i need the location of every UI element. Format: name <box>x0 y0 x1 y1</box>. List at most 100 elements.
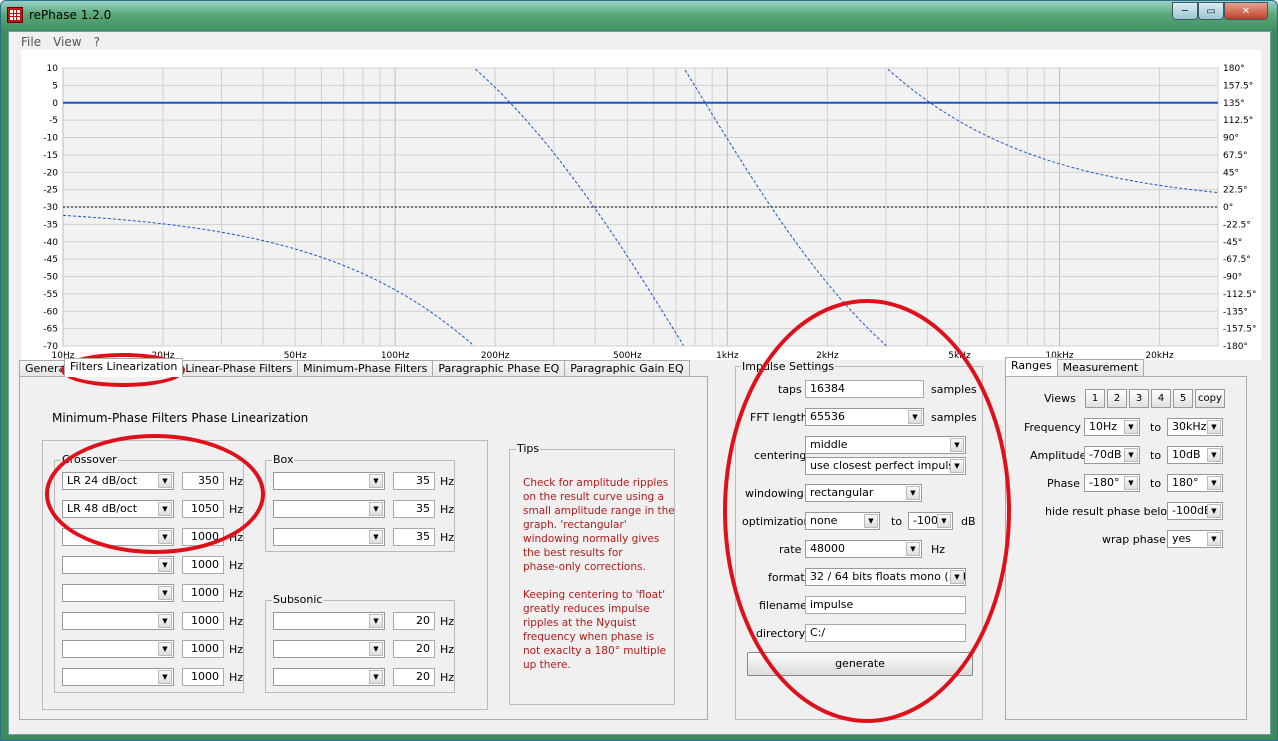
phase-from-select[interactable]: -180° ▼ <box>1084 474 1140 492</box>
subsonic-2-unit: Hz <box>440 643 455 656</box>
format-select[interactable]: 32 / 64 bits floats mono (.txt) ▼ <box>805 568 966 586</box>
tab-general[interactable]: General <box>19 360 65 377</box>
tab-paragraphic-gain-eq[interactable]: Paragraphic Gain EQ <box>564 360 690 377</box>
phase-to-select[interactable]: 180° ▼ <box>1167 474 1223 492</box>
crossover-2-frequency-input[interactable]: 1050 <box>182 500 224 518</box>
tab-linear-phase-filters[interactable]: Linear-Phase Filters <box>182 360 299 377</box>
menu-file[interactable]: File <box>15 35 47 49</box>
hide-phase-label: hide result phase below <box>1045 505 1177 518</box>
crossover-3-frequency-input[interactable]: 1000 <box>182 528 224 546</box>
box-1-type-select[interactable]: ▼ <box>273 472 385 490</box>
crossover-8-frequency-input[interactable]: 1000 <box>182 668 224 686</box>
optimization-unit: dB <box>961 515 976 528</box>
tips-line: small amplitude range in the <box>523 505 675 517</box>
view-3-button[interactable]: 3 <box>1129 389 1149 408</box>
phase-label: Phase <box>1047 477 1080 490</box>
crossover-4-type-select[interactable]: ▼ <box>62 556 174 574</box>
amplitude-tick-label: 5 <box>52 81 58 91</box>
maximize-button[interactable]: ▭ <box>1198 2 1224 20</box>
tab-measurement[interactable]: Measurement <box>1056 359 1145 376</box>
tips-line: graph. 'rectangular' <box>523 519 627 531</box>
tab-minimum-phase-filters[interactable]: Minimum-Phase Filters <box>297 360 434 377</box>
view-5-button[interactable]: 5 <box>1173 389 1193 408</box>
windowing-select[interactable]: rectangular ▼ <box>805 484 922 502</box>
crossover-2-unit: Hz <box>229 503 244 516</box>
crossover-4-frequency-input[interactable]: 1000 <box>182 556 224 574</box>
frequency-from-select[interactable]: 10Hz ▼ <box>1084 418 1140 436</box>
chevron-down-icon: ▼ <box>937 514 951 528</box>
view-1-button[interactable]: 1 <box>1085 389 1105 408</box>
subsonic-2-type-select[interactable]: ▼ <box>273 640 385 658</box>
amplitude-tick-label: -45 <box>43 255 58 265</box>
box-3-frequency-input[interactable]: 35 <box>393 528 435 546</box>
tips-line: Check for amplitude ripples <box>523 477 669 489</box>
optimization-select[interactable]: none ▼ <box>805 512 880 530</box>
views-label: Views <box>1044 392 1076 405</box>
taps-input[interactable]: 16384 <box>805 380 924 398</box>
chevron-down-icon: ▼ <box>369 474 383 488</box>
hide-phase-select[interactable]: -100dB ▼ <box>1167 502 1223 520</box>
crossover-6-type-select[interactable]: ▼ <box>62 612 174 630</box>
phase-tick-label: -180° <box>1223 342 1248 352</box>
crossover-6-frequency-input[interactable]: 1000 <box>182 612 224 630</box>
tab-ranges[interactable]: Ranges <box>1005 357 1058 376</box>
fft-length-select[interactable]: 65536 ▼ <box>805 408 924 426</box>
phase-tick-label: 0° <box>1223 203 1233 213</box>
subsonic-3-type-select[interactable]: ▼ <box>273 668 385 686</box>
subsonic-1-frequency-input[interactable]: 20 <box>393 612 435 630</box>
amplitude-from-select[interactable]: -70dB ▼ <box>1084 446 1140 464</box>
view-2-button[interactable]: 2 <box>1107 389 1127 408</box>
tab-filters-linearization[interactable]: Filters Linearization <box>64 358 184 377</box>
client-area: File View ? 10 5 0 -5 -10 -15 -20 -25 -30 -35 -40-… <box>8 31 1271 735</box>
title-bar[interactable]: rePhase 1.2.0 ─ ▭ ✕ <box>1 1 1277 31</box>
phase-tick-label: -22.5° <box>1223 220 1251 230</box>
amplitude-tick-label: -50 <box>43 273 58 283</box>
subsonic-1-type-select[interactable]: ▼ <box>273 612 385 630</box>
centering-label: centering <box>754 449 807 462</box>
response-graph[interactable]: 10 5 0 -5 -10 -15 -20 -25 -30 -35 -40 -45 -50 -55 -60 -… <box>21 50 1261 360</box>
frequency-tick-label: 2kHz <box>816 351 839 360</box>
crossover-1-frequency-input[interactable]: 350 <box>182 472 224 490</box>
subsonic-2-frequency-input[interactable]: 20 <box>393 640 435 658</box>
directory-input[interactable]: C:/ <box>805 624 966 642</box>
minimize-button[interactable]: ─ <box>1172 2 1198 20</box>
generate-button[interactable]: generate <box>747 652 973 676</box>
amplitude-from-value: -70dB <box>1089 448 1122 461</box>
chevron-down-icon: ▼ <box>1207 532 1221 546</box>
filename-label: filename <box>759 599 807 612</box>
box-3-type-select[interactable]: ▼ <box>273 528 385 546</box>
centering-mode-select[interactable]: use closest perfect impulse ▼ <box>805 457 966 475</box>
chevron-down-icon: ▼ <box>950 438 964 452</box>
amplitude-tick-label: -10 <box>43 134 58 144</box>
filename-input[interactable]: impulse <box>805 596 966 614</box>
menu-help[interactable]: ? <box>88 35 106 49</box>
chevron-down-icon: ▼ <box>906 542 920 556</box>
wrap-phase-select[interactable]: yes ▼ <box>1167 530 1223 548</box>
crossover-8-type-select[interactable]: ▼ <box>62 668 174 686</box>
box-2-type-select[interactable]: ▼ <box>273 500 385 518</box>
optimization-threshold-select[interactable]: -100 ▼ <box>908 512 953 530</box>
close-button[interactable]: ✕ <box>1224 2 1268 20</box>
view-4-button[interactable]: 4 <box>1151 389 1171 408</box>
crossover-7-frequency-input[interactable]: 1000 <box>182 640 224 658</box>
frequency-to-select[interactable]: 30kHz ▼ <box>1167 418 1223 436</box>
crossover-2-type-select[interactable]: LR 48 dB/oct ▼ <box>62 500 174 518</box>
crossover-7-type-select[interactable]: ▼ <box>62 640 174 658</box>
crossover-5-type-select[interactable]: ▼ <box>62 584 174 602</box>
box-2-frequency-input[interactable]: 35 <box>393 500 435 518</box>
crossover-1-type-select[interactable]: LR 24 dB/oct ▼ <box>62 472 174 490</box>
tab-paragraphic-phase-eq[interactable]: Paragraphic Phase EQ <box>432 360 566 377</box>
box-1-frequency-input[interactable]: 35 <box>393 472 435 490</box>
chevron-down-icon: ▼ <box>369 502 383 516</box>
crossover-3-type-select[interactable]: ▼ <box>62 528 174 546</box>
copy-view-button[interactable]: copy <box>1195 389 1225 408</box>
phase-tick-label: 180° <box>1223 64 1245 74</box>
rate-select[interactable]: 48000 ▼ <box>805 540 922 558</box>
amplitude-to-select[interactable]: 10dB ▼ <box>1167 446 1223 464</box>
amplitude-tick-label: -35 <box>43 220 58 230</box>
centering-select[interactable]: middle ▼ <box>805 436 966 454</box>
crossover-5-frequency-input[interactable]: 1000 <box>182 584 224 602</box>
subsonic-3-frequency-input[interactable]: 20 <box>393 668 435 686</box>
menu-view[interactable]: View <box>47 35 87 49</box>
phase-tick-label: -135° <box>1223 307 1248 317</box>
